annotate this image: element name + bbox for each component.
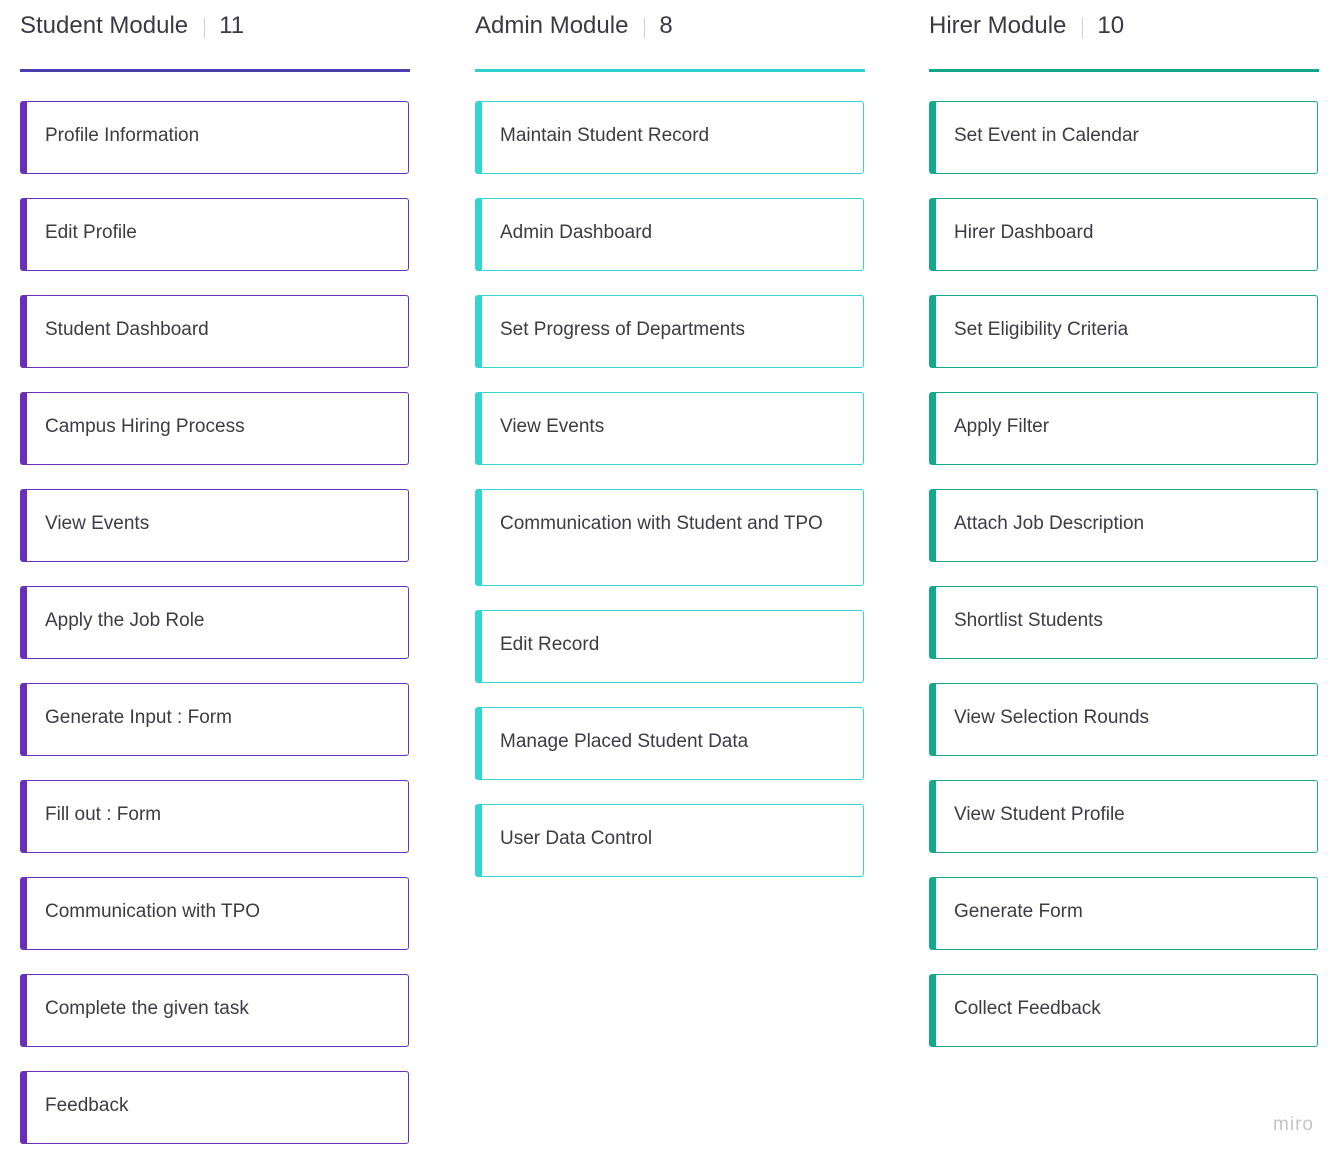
card[interactable]: Communication with TPO — [20, 877, 409, 950]
card-count: 10 — [1097, 12, 1125, 39]
card[interactable]: Admin Dashboard — [475, 198, 864, 271]
card[interactable]: Feedback — [20, 1071, 409, 1144]
card[interactable]: Fill out : Form — [20, 780, 409, 853]
card-list: Profile Information Edit Profile Student… — [20, 101, 410, 1144]
header-divider — [1082, 18, 1084, 38]
column-student-module: Student Module 11 Profile Information Ed… — [20, 0, 410, 1162]
card-list: Maintain Student Record Admin Dashboard … — [475, 101, 865, 877]
card[interactable]: User Data Control — [475, 804, 864, 877]
card[interactable]: Maintain Student Record — [475, 101, 864, 174]
column-header[interactable]: Student Module 11 — [20, 0, 410, 72]
card[interactable]: Communication with Student and TPO — [475, 489, 864, 586]
header-divider — [644, 18, 646, 38]
card[interactable]: View Student Profile — [929, 780, 1318, 853]
column-admin-module: Admin Module 8 Maintain Student Record A… — [475, 0, 865, 901]
card-count: 8 — [659, 12, 673, 39]
card[interactable]: Apply the Job Role — [20, 586, 409, 659]
card[interactable]: Generate Input : Form — [20, 683, 409, 756]
card[interactable]: Edit Profile — [20, 198, 409, 271]
card[interactable]: View Events — [475, 392, 864, 465]
card[interactable]: Attach Job Description — [929, 489, 1318, 562]
header-divider — [204, 18, 206, 38]
card[interactable]: Hirer Dashboard — [929, 198, 1318, 271]
column-header[interactable]: Admin Module 8 — [475, 0, 865, 72]
kanban-board: Student Module 11 Profile Information Ed… — [0, 0, 1344, 1162]
column-header[interactable]: Hirer Module 10 — [929, 0, 1319, 72]
card[interactable]: Edit Record — [475, 610, 864, 683]
card[interactable]: Complete the given task — [20, 974, 409, 1047]
card[interactable]: Apply Filter — [929, 392, 1318, 465]
card[interactable]: Collect Feedback — [929, 974, 1318, 1047]
column-hirer-module: Hirer Module 10 Set Event in Calendar Hi… — [929, 0, 1319, 1071]
card[interactable]: Set Progress of Departments — [475, 295, 864, 368]
card-count: 11 — [219, 12, 245, 39]
card[interactable]: View Selection Rounds — [929, 683, 1318, 756]
card[interactable]: Profile Information — [20, 101, 409, 174]
card[interactable]: View Events — [20, 489, 409, 562]
card[interactable]: Set Event in Calendar — [929, 101, 1318, 174]
card[interactable]: Shortlist Students — [929, 586, 1318, 659]
column-title: Admin Module — [475, 12, 629, 39]
card[interactable]: Campus Hiring Process — [20, 392, 409, 465]
card-list: Set Event in Calendar Hirer Dashboard Se… — [929, 101, 1319, 1047]
column-title: Hirer Module — [929, 12, 1067, 39]
column-title: Student Module — [20, 12, 189, 39]
card[interactable]: Manage Placed Student Data — [475, 707, 864, 780]
card[interactable]: Set Eligibility Criteria — [929, 295, 1318, 368]
card[interactable]: Generate Form — [929, 877, 1318, 950]
miro-watermark: miro — [1273, 1114, 1314, 1135]
card[interactable]: Student Dashboard — [20, 295, 409, 368]
